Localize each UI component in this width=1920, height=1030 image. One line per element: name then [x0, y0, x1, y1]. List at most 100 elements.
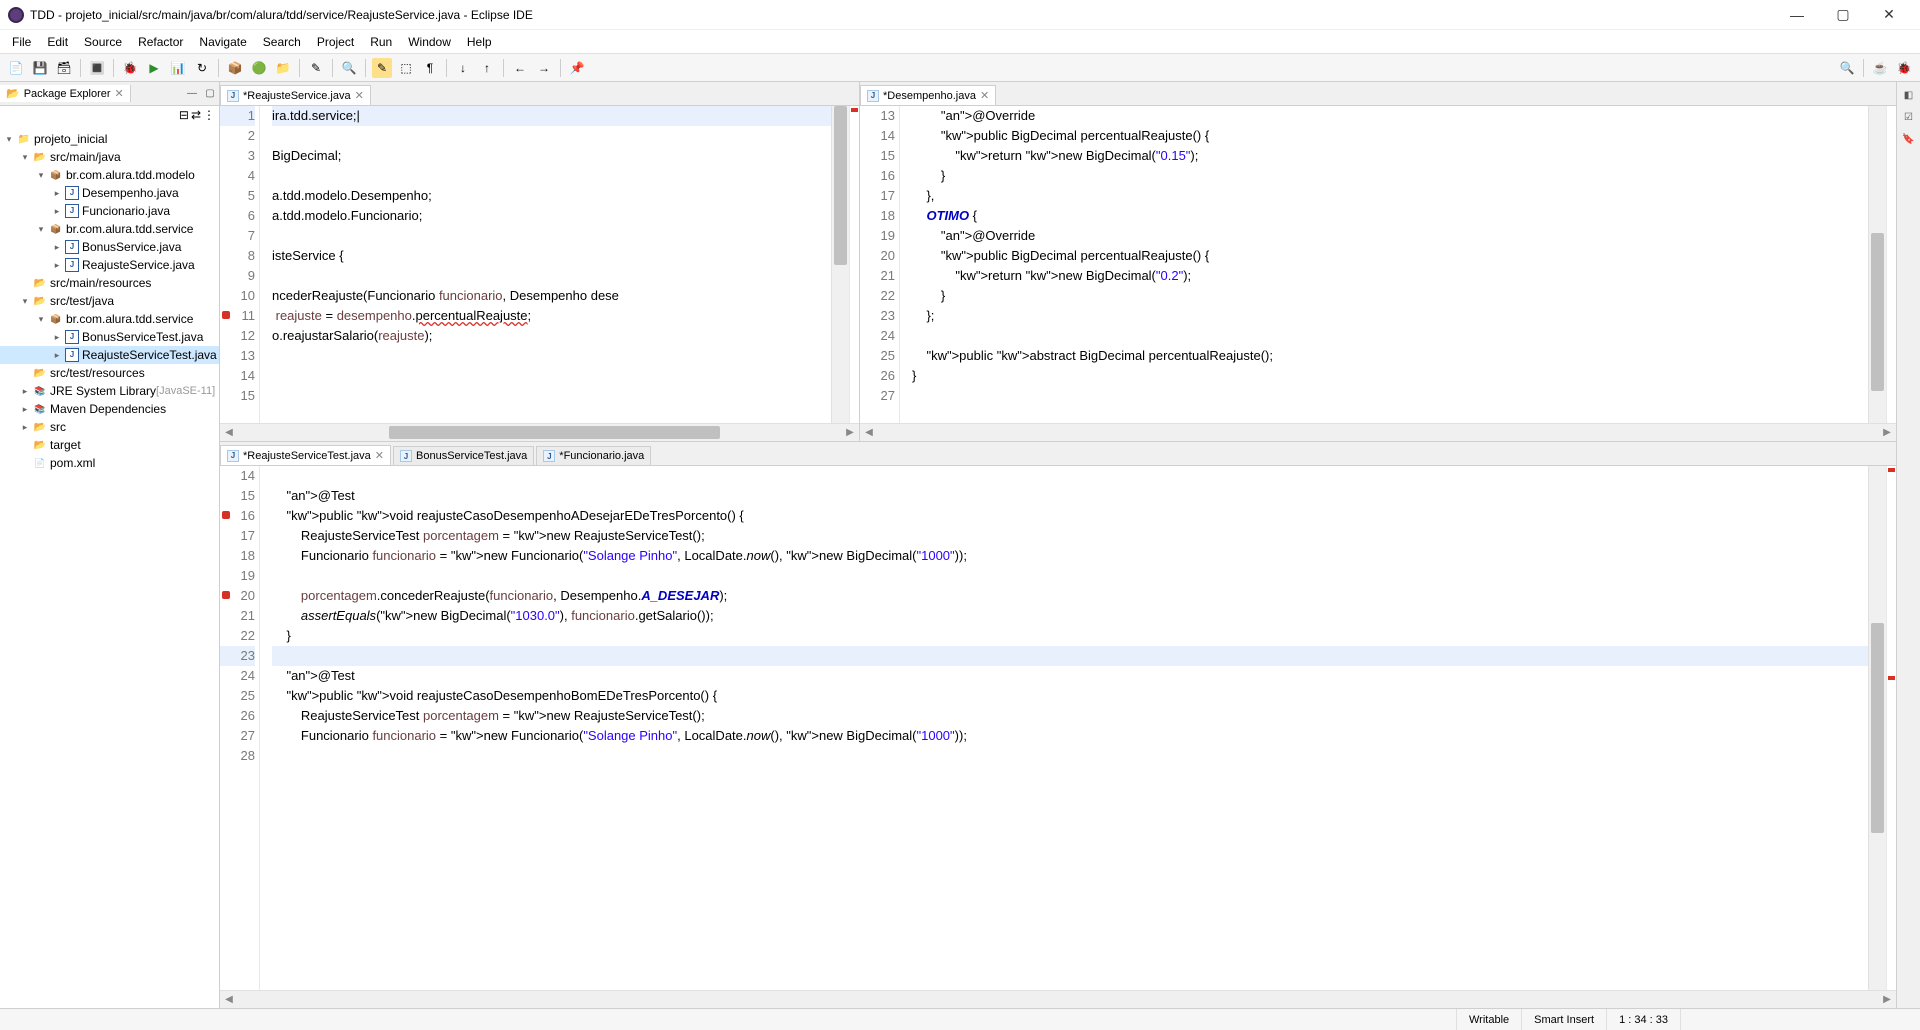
- status-writable: Writable: [1456, 1009, 1521, 1030]
- close-tab-button[interactable]: ✕: [375, 449, 384, 462]
- toggle-block-button[interactable]: ⬚: [396, 58, 416, 78]
- collapse-all-button[interactable]: ⊟: [179, 108, 189, 124]
- tree-desempenho[interactable]: ▸Desempenho.java: [0, 184, 219, 202]
- code-area[interactable]: "an">@Override "kw">public BigDecimal pe…: [900, 106, 1868, 423]
- perspective-java-button[interactable]: ☕: [1870, 58, 1890, 78]
- eclipse-icon: [8, 7, 24, 23]
- main-toolbar: 📄 💾 🗃 🔳 🐞 ▶ 📊 ↻ 📦 🟢 📁 ✎ 🔍 ✎ ⬚ ¶ ↓ ↑ ← → …: [0, 54, 1920, 82]
- package-explorer-tab[interactable]: 📂 Package Explorer ✕: [0, 85, 131, 102]
- line-gutter[interactable]: 123456789101112131415: [220, 106, 260, 423]
- menu-source[interactable]: Source: [76, 33, 130, 51]
- tree-maven[interactable]: ▸Maven Dependencies: [0, 400, 219, 418]
- package-explorer-tree[interactable]: ▾projeto_inicial ▾src/main/java ▾br.com.…: [0, 126, 219, 1008]
- bookmarks-button[interactable]: 🔖: [1900, 130, 1918, 148]
- quick-access-button[interactable]: 🔍: [1837, 58, 1857, 78]
- new-button[interactable]: 📄: [6, 58, 26, 78]
- minimize-button[interactable]: —: [1774, 0, 1820, 30]
- new-folder-button[interactable]: 📁: [273, 58, 293, 78]
- menu-file[interactable]: File: [4, 33, 39, 51]
- horizontal-scrollbar[interactable]: ◀▶: [220, 990, 1896, 1008]
- overview-ruler[interactable]: [849, 106, 859, 423]
- window-title: TDD - projeto_inicial/src/main/java/br/c…: [30, 8, 1774, 22]
- back-button[interactable]: ←: [510, 58, 530, 78]
- forward-button[interactable]: →: [534, 58, 554, 78]
- view-menu-button[interactable]: ⋮: [203, 108, 215, 124]
- save-button[interactable]: 💾: [30, 58, 50, 78]
- close-button[interactable]: ✕: [1866, 0, 1912, 30]
- outline-button[interactable]: ◧: [1900, 86, 1918, 104]
- menu-run[interactable]: Run: [362, 33, 400, 51]
- prev-annotation-button[interactable]: ↑: [477, 58, 497, 78]
- tree-src-test-res[interactable]: src/test/resources: [0, 364, 219, 382]
- tree-reajuste-service[interactable]: ▸ReajusteService.java: [0, 256, 219, 274]
- task-list-button[interactable]: ☑: [1900, 108, 1918, 126]
- open-type-button[interactable]: 🔳: [87, 58, 107, 78]
- tree-src-test-java[interactable]: ▾src/test/java: [0, 292, 219, 310]
- search-button[interactable]: 🔍: [339, 58, 359, 78]
- vertical-scrollbar[interactable]: [1868, 466, 1886, 990]
- menu-refactor[interactable]: Refactor: [130, 33, 191, 51]
- tree-jre[interactable]: ▸JRE System Library [JavaSE-11]: [0, 382, 219, 400]
- tab-reajuste-service-test[interactable]: J*ReajusteServiceTest.java✕: [220, 445, 391, 465]
- toggle-mark-button[interactable]: ✎: [372, 58, 392, 78]
- close-view-button[interactable]: ✕: [115, 87, 124, 100]
- coverage-button[interactable]: 📊: [168, 58, 188, 78]
- show-whitespace-button[interactable]: ¶: [420, 58, 440, 78]
- tab-funcionario[interactable]: J*Funcionario.java: [536, 446, 651, 465]
- tab-reajuste-service[interactable]: J*ReajusteService.java✕: [220, 85, 371, 105]
- status-bar: Writable Smart Insert 1 : 34 : 33: [0, 1008, 1920, 1030]
- tree-bonus-service-test[interactable]: ▸BonusServiceTest.java: [0, 328, 219, 346]
- debug-button[interactable]: 🐞: [120, 58, 140, 78]
- vertical-scrollbar[interactable]: [1868, 106, 1886, 423]
- tree-src-main-res[interactable]: src/main/resources: [0, 274, 219, 292]
- menu-help[interactable]: Help: [459, 33, 500, 51]
- menu-navigate[interactable]: Navigate: [191, 33, 254, 51]
- tree-src[interactable]: ▸src: [0, 418, 219, 436]
- menu-project[interactable]: Project: [309, 33, 362, 51]
- code-area[interactable]: "an">@Test "kw">public "kw">void reajust…: [260, 466, 1868, 990]
- maximize-button[interactable]: ▢: [1820, 0, 1866, 30]
- minimize-view-button[interactable]: —: [184, 86, 200, 102]
- close-tab-button[interactable]: ✕: [355, 89, 364, 102]
- run-button[interactable]: ▶: [144, 58, 164, 78]
- menu-edit[interactable]: Edit: [39, 33, 76, 51]
- link-editor-button[interactable]: ⇄: [191, 108, 201, 124]
- close-tab-button[interactable]: ✕: [980, 89, 989, 102]
- maximize-view-button[interactable]: ▢: [202, 86, 218, 102]
- tree-src-main-java[interactable]: ▾src/main/java: [0, 148, 219, 166]
- overview-ruler[interactable]: [1886, 466, 1896, 990]
- overview-ruler[interactable]: [1886, 106, 1896, 423]
- status-insert: Smart Insert: [1521, 1009, 1606, 1030]
- tree-reajuste-service-test[interactable]: ▸ReajusteServiceTest.java: [0, 346, 219, 364]
- code-area[interactable]: ira.tdd.service;|BigDecimal;a.tdd.modelo…: [260, 106, 831, 423]
- next-annotation-button[interactable]: ↓: [453, 58, 473, 78]
- editor-bottom: J*ReajusteServiceTest.java✕ JBonusServic…: [220, 442, 1896, 1008]
- right-toolbar: ◧ ☑ 🔖: [1896, 82, 1920, 1008]
- line-gutter[interactable]: 131415161718192021222324252627: [860, 106, 900, 423]
- horizontal-scrollbar[interactable]: ◀▶: [220, 423, 859, 441]
- pin-button[interactable]: 📌: [567, 58, 587, 78]
- vertical-scrollbar[interactable]: [831, 106, 849, 423]
- line-gutter[interactable]: 141516171819202122232425262728: [220, 466, 260, 990]
- menu-window[interactable]: Window: [400, 33, 459, 51]
- tree-pkg-test-service[interactable]: ▾br.com.alura.tdd.service: [0, 310, 219, 328]
- tree-project[interactable]: ▾projeto_inicial: [0, 130, 219, 148]
- tree-pkg-service[interactable]: ▾br.com.alura.tdd.service: [0, 220, 219, 238]
- tree-pkg-modelo[interactable]: ▾br.com.alura.tdd.modelo: [0, 166, 219, 184]
- status-position: 1 : 34 : 33: [1606, 1009, 1680, 1030]
- new-class-button[interactable]: 🟢: [249, 58, 269, 78]
- tab-desempenho[interactable]: J*Desempenho.java✕: [860, 85, 996, 105]
- horizontal-scrollbar[interactable]: ◀▶: [860, 423, 1896, 441]
- run-last-button[interactable]: ↻: [192, 58, 212, 78]
- tree-bonus-service[interactable]: ▸BonusService.java: [0, 238, 219, 256]
- tree-target[interactable]: target: [0, 436, 219, 454]
- open-task-button[interactable]: ✎: [306, 58, 326, 78]
- tab-bonus-service-test[interactable]: JBonusServiceTest.java: [393, 446, 534, 465]
- save-all-button[interactable]: 🗃: [54, 58, 74, 78]
- perspective-debug-button[interactable]: 🐞: [1894, 58, 1914, 78]
- tree-funcionario[interactable]: ▸Funcionario.java: [0, 202, 219, 220]
- menu-search[interactable]: Search: [255, 33, 309, 51]
- title-bar: TDD - projeto_inicial/src/main/java/br/c…: [0, 0, 1920, 30]
- new-package-button[interactable]: 📦: [225, 58, 245, 78]
- tree-pom[interactable]: pom.xml: [0, 454, 219, 472]
